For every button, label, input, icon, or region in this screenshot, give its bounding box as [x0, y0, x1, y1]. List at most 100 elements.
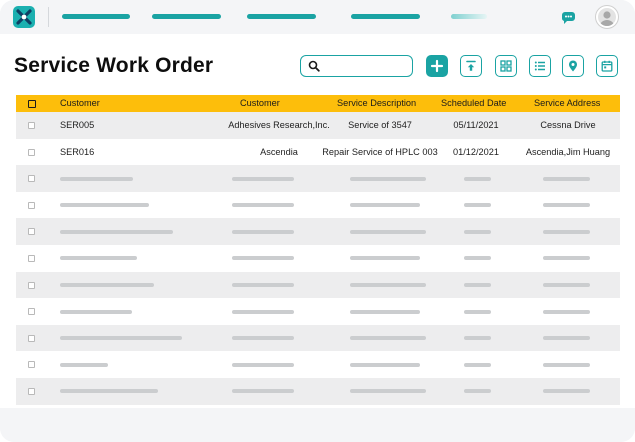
row-checkbox[interactable]	[28, 175, 35, 183]
placeholder-bar	[464, 336, 491, 341]
column-header-scheduled-date[interactable]: Scheduled Date	[441, 95, 506, 112]
placeholder-row[interactable]	[16, 218, 620, 245]
column-header-service-address[interactable]: Service Address	[534, 95, 600, 112]
placeholder-row[interactable]	[16, 351, 620, 378]
search-icon	[308, 60, 320, 72]
calendar-button[interactable]	[596, 55, 618, 77]
table-row[interactable]: SER016 Ascendia Repair Service of HPLC 0…	[16, 138, 620, 166]
placeholder-bar	[543, 336, 590, 341]
placeholder-bar	[60, 336, 182, 341]
row-checkbox[interactable]	[28, 228, 35, 236]
select-all-checkbox[interactable]	[28, 100, 36, 108]
search-input[interactable]	[300, 55, 413, 77]
placeholder-bar	[350, 309, 420, 314]
placeholder-bar	[232, 203, 294, 208]
user-avatar-icon	[600, 11, 614, 26]
placeholder-bar	[232, 336, 294, 341]
cell-customer-id: SER005	[60, 120, 95, 130]
placeholder-bar	[543, 283, 590, 288]
grid-view-button[interactable]	[495, 55, 517, 77]
placeholder-bar	[232, 176, 294, 181]
placeholder-bar	[232, 229, 294, 234]
placeholder-bar	[464, 176, 491, 181]
placeholder-row[interactable]	[16, 377, 620, 405]
list-view-icon	[534, 61, 545, 71]
placeholder-bar	[60, 176, 133, 181]
work-order-table: Customer Customer Service Description Sc…	[16, 95, 620, 405]
main-panel: Service Work Order Customer Customer Ser…	[0, 34, 635, 408]
placeholder-row[interactable]	[16, 271, 620, 299]
placeholder-bar	[232, 389, 294, 394]
nav-divider	[48, 7, 49, 27]
placeholder-bar	[464, 229, 491, 234]
placeholder-bar	[60, 256, 137, 261]
placeholder-row[interactable]	[16, 165, 620, 192]
row-checkbox[interactable]	[28, 308, 35, 316]
placeholder-bar	[543, 389, 590, 394]
cell-service-address: Ascendia,Jim Huang	[525, 146, 611, 157]
nav-item-4[interactable]	[351, 14, 420, 19]
grid-view-icon	[500, 60, 512, 72]
placeholder-bar	[232, 256, 294, 261]
list-view-button[interactable]	[529, 55, 551, 77]
cell-scheduled-date: 01/12/2021	[453, 146, 499, 157]
add-button[interactable]	[426, 55, 448, 77]
app-logo[interactable]	[13, 6, 35, 28]
column-header-service-description[interactable]: Service Description	[337, 95, 416, 112]
cell-service-address: Cessna Drive	[540, 120, 596, 130]
cell-scheduled-date: 05/11/2021	[453, 120, 499, 130]
placeholder-bar	[350, 283, 426, 288]
placeholder-bar	[350, 229, 426, 234]
nav-item-2[interactable]	[152, 14, 221, 19]
chat-icon[interactable]	[560, 9, 576, 25]
cell-description: Repair Service of HPLC 003	[322, 146, 438, 157]
placeholder-bar	[464, 309, 491, 314]
page-title: Service Work Order	[14, 54, 214, 77]
placeholder-bar	[464, 283, 491, 288]
row-checkbox[interactable]	[28, 361, 35, 369]
logo-icon	[16, 9, 32, 25]
bottom-margin	[0, 408, 635, 442]
row-checkbox[interactable]	[28, 148, 35, 156]
placeholder-row[interactable]	[16, 244, 620, 272]
placeholder-bar	[60, 309, 132, 314]
cell-customer-id: SER016	[60, 146, 95, 157]
placeholder-bar	[464, 256, 491, 261]
nav-item-3[interactable]	[247, 14, 316, 19]
placeholder-bar	[60, 283, 154, 288]
table-row[interactable]: SER005 Adhesives Research,Inc. Service o…	[16, 112, 620, 139]
column-header-customer[interactable]: Customer	[240, 95, 280, 112]
placeholder-bar	[350, 256, 420, 261]
placeholder-bar	[350, 176, 426, 181]
placeholder-row[interactable]	[16, 191, 620, 219]
placeholder-row[interactable]	[16, 298, 620, 325]
location-button[interactable]	[562, 55, 584, 77]
app-frame: Service Work Order Customer Customer Ser…	[0, 0, 635, 442]
nav-item-1[interactable]	[62, 14, 130, 19]
placeholder-bar	[464, 389, 491, 394]
row-checkbox[interactable]	[28, 387, 35, 395]
placeholder-bar	[232, 309, 294, 314]
row-checkbox[interactable]	[28, 281, 35, 289]
placeholder-bar	[543, 309, 590, 314]
row-checkbox[interactable]	[28, 201, 35, 209]
cell-description: Service of 3547	[348, 120, 412, 130]
placeholder-bar	[543, 362, 590, 367]
column-header-customer-id[interactable]: Customer	[60, 95, 100, 112]
upload-button[interactable]	[460, 55, 482, 77]
placeholder-bar	[60, 389, 158, 394]
placeholder-bar	[350, 389, 426, 394]
avatar[interactable]	[596, 6, 618, 28]
nav-item-5[interactable]	[451, 14, 487, 19]
upload-icon	[466, 60, 476, 71]
calendar-icon	[601, 60, 613, 72]
row-checkbox[interactable]	[28, 254, 35, 262]
placeholder-bar	[350, 362, 420, 367]
placeholder-row[interactable]	[16, 324, 620, 352]
placeholder-bar	[543, 203, 590, 208]
row-checkbox[interactable]	[28, 334, 35, 342]
placeholder-bar	[60, 362, 108, 367]
row-checkbox[interactable]	[28, 122, 35, 129]
placeholder-bar	[60, 229, 173, 234]
top-navigation	[0, 0, 635, 34]
